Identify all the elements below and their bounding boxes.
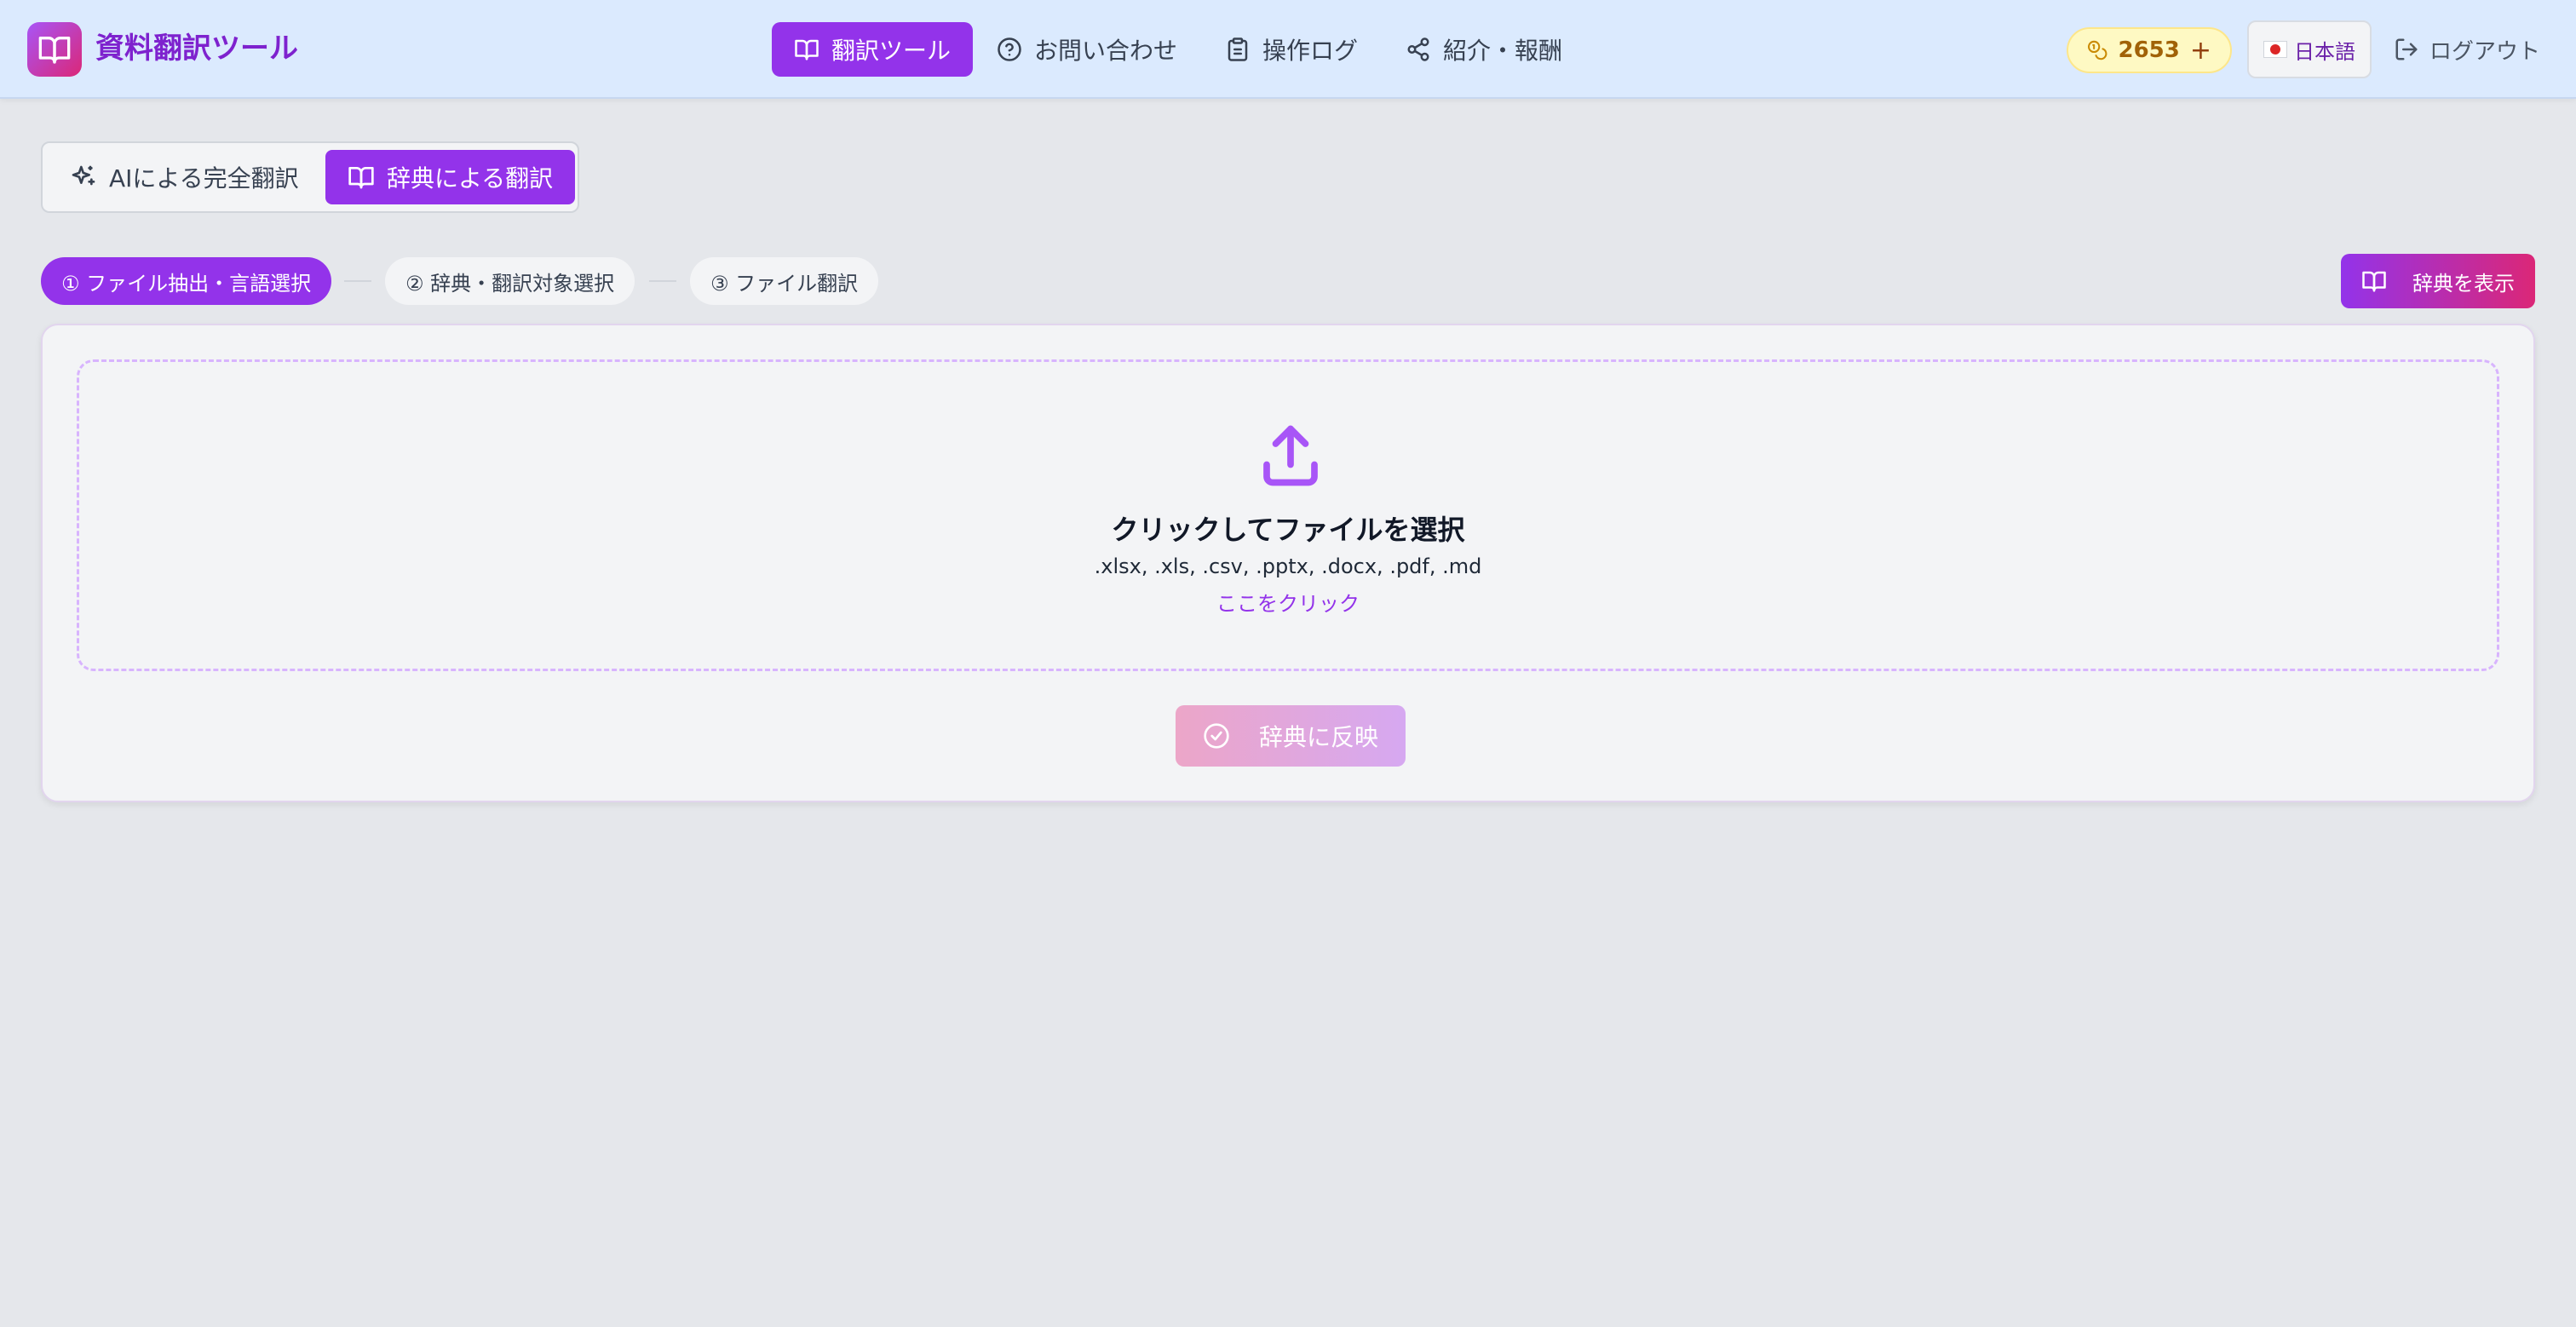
credits-badge[interactable]: 2653 +	[2067, 27, 2232, 73]
check-circle-icon	[1204, 723, 1229, 749]
language-selector[interactable]: 日本語	[2247, 20, 2372, 78]
nav-label: 紹介・報酬	[1443, 37, 1563, 65]
logout-icon	[2395, 38, 2418, 60]
book-open-icon	[38, 37, 71, 64]
step-dictionary-target[interactable]: ② 辞典・翻訳対象選択	[385, 257, 635, 305]
app-title: 資料翻訳ツール	[95, 32, 298, 66]
click-here-link[interactable]: ここをクリック	[79, 587, 2497, 617]
mode-label: AIによる完全翻訳	[109, 164, 299, 192]
nav-label: お問い合わせ	[1034, 37, 1178, 65]
show-dictionary-button[interactable]: 辞典を表示	[2341, 254, 2535, 308]
apply-button-label: 辞典に反映	[1258, 723, 1378, 751]
nav-operation-log[interactable]: 操作ログ	[1203, 22, 1380, 77]
step-connector	[344, 280, 371, 282]
ai-translation-mode-button[interactable]: AIによる完全翻訳	[48, 150, 321, 204]
step-connector	[649, 280, 676, 282]
nav-translate-tool[interactable]: 翻訳ツール	[772, 22, 974, 77]
sparkles-icon	[72, 165, 95, 186]
step-file-translate[interactable]: ③ ファイル翻訳	[690, 257, 879, 305]
dropzone-title: クリックしてファイルを選択	[1111, 514, 1465, 546]
dictionary-translation-mode-button[interactable]: 辞典による翻訳	[325, 150, 576, 204]
book-open-icon	[348, 167, 374, 189]
credits-count: 2653	[2118, 37, 2180, 63]
mode-label: 辞典による翻訳	[387, 164, 554, 192]
add-credits-button[interactable]: +	[2190, 36, 2211, 66]
accepted-file-types: .xlsx, .xls, .csv, .pptx, .docx, .pdf, .…	[1094, 554, 1482, 578]
clipboard-icon	[1228, 37, 1248, 61]
upload-card: クリックしてファイルを選択 .xlsx, .xls, .csv, .pptx, …	[41, 324, 2535, 802]
apply-to-dictionary-button[interactable]: 辞典に反映	[1176, 705, 1406, 767]
logout-button[interactable]: ログアウト	[2394, 31, 2540, 68]
upload-icon	[1263, 425, 1318, 486]
language-label: 日本語	[2294, 39, 2355, 64]
book-open-icon	[2362, 271, 2386, 292]
nav-referral[interactable]: 紹介・報酬	[1383, 22, 1584, 77]
app-logo[interactable]	[27, 22, 82, 77]
nav-label: 翻訳ツール	[831, 37, 952, 65]
show-dictionary-label: 辞典を表示	[2412, 271, 2515, 296]
japan-flag-icon	[2263, 41, 2287, 58]
book-open-icon	[795, 39, 819, 60]
top-header: 資料翻訳ツール 翻訳ツール お問い合わせ 操作ログ 紹介・報酬 2653 + 日…	[0, 0, 2576, 99]
share-icon	[1407, 37, 1429, 61]
step-file-extract-language[interactable]: ① ファイル抽出・言語選択	[41, 257, 332, 305]
logout-label: ログアウト	[2429, 38, 2541, 65]
nav-label: 操作ログ	[1262, 37, 1359, 65]
coins-icon	[2088, 40, 2107, 60]
file-dropzone[interactable]: クリックしてファイルを選択 .xlsx, .xls, .csv, .pptx, …	[77, 359, 2499, 671]
help-circle-icon	[998, 37, 1021, 61]
nav-contact[interactable]: お問い合わせ	[975, 22, 1199, 77]
translation-mode-toggle: AIによる完全翻訳 辞典による翻訳	[41, 141, 579, 213]
